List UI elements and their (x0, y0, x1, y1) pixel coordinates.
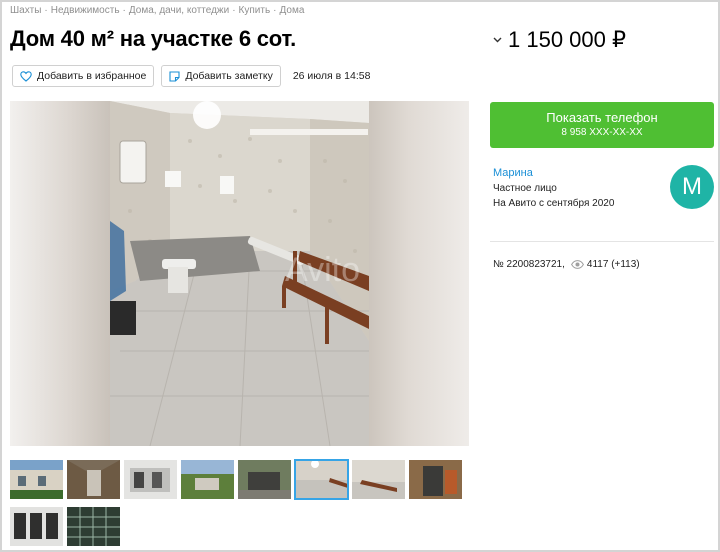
thumbnail-5[interactable] (238, 460, 291, 499)
breadcrumb-item-buy[interactable]: Купить (239, 5, 271, 16)
thumbnail-7[interactable] (352, 460, 405, 499)
main-photo[interactable]: Avito (110, 101, 369, 446)
listing-meta: № 2200823721, 4117 (+113) (493, 259, 640, 270)
heart-icon (20, 70, 32, 82)
avatar-letter: M (682, 173, 702, 200)
avatar[interactable]: M (670, 165, 714, 209)
breadcrumb: Шахты · Недвижимость · Дома, дачи, коттеджи ·… (10, 5, 304, 16)
thumbnail-8[interactable] (409, 460, 462, 499)
publish-date: 26 июля в 14:58 (292, 70, 371, 82)
thumbnail-1[interactable] (10, 460, 63, 499)
thumbnail-3[interactable] (124, 460, 177, 499)
breadcrumb-separator: · (44, 5, 48, 16)
divider (490, 241, 714, 242)
thumbnail-4[interactable] (181, 460, 234, 499)
breadcrumb-separator: · (273, 5, 277, 16)
seller-info: Марина Частное лицо На Авито с сентября … (493, 167, 614, 209)
avito-watermark: Avito (285, 251, 360, 289)
seller-name-link[interactable]: Марина (493, 167, 614, 179)
price: 1 150 000 ₽ (490, 27, 626, 53)
listing-number: № 2200823721, (493, 259, 565, 270)
chevron-down-icon[interactable] (490, 33, 504, 47)
breadcrumb-item-city[interactable]: Шахты (10, 5, 41, 16)
breadcrumb-item-realty[interactable]: Недвижимость (51, 5, 120, 16)
thumbnail-10[interactable] (67, 507, 120, 546)
seller-since: На Авито с сентября 2020 (493, 198, 615, 209)
gallery-blur-right (369, 101, 469, 446)
gallery-blur-left (10, 101, 110, 446)
breadcrumb-separator: · (232, 5, 236, 16)
eye-icon (570, 260, 584, 269)
thumbnail-2[interactable] (67, 460, 120, 499)
add-to-favorites-button[interactable]: Добавить в избранное (12, 65, 155, 87)
add-note-button[interactable]: Добавить заметку (161, 65, 281, 87)
photo-gallery[interactable]: Avito (10, 101, 469, 446)
favorite-label: Добавить в избранное (37, 70, 147, 82)
thumbnail-6[interactable] (294, 459, 349, 500)
page-title: Дом 40 м² на участке 6 сот. (10, 26, 297, 51)
thumbnail-9[interactable] (10, 507, 63, 546)
note-icon (169, 70, 180, 82)
note-label: Добавить заметку (185, 70, 273, 82)
view-count: 4117 (+113) (586, 259, 640, 270)
price-value: 1 150 000 ₽ (508, 27, 626, 52)
listing-actions: Добавить в избранное Добавить заметку 26… (12, 65, 370, 87)
seller-type: Частное лицо (493, 183, 557, 194)
breadcrumb-separator: · (122, 5, 126, 16)
breadcrumb-item-houses-category[interactable]: Дома, дачи, коттеджи (129, 5, 229, 16)
phone-masked: 8 958 XXX-XX-XX (561, 127, 643, 138)
breadcrumb-item-houses[interactable]: Дома (280, 5, 305, 16)
show-phone-label: Показать телефон (546, 110, 658, 125)
show-phone-button[interactable]: Показать телефон 8 958 XXX-XX-XX (490, 102, 714, 148)
